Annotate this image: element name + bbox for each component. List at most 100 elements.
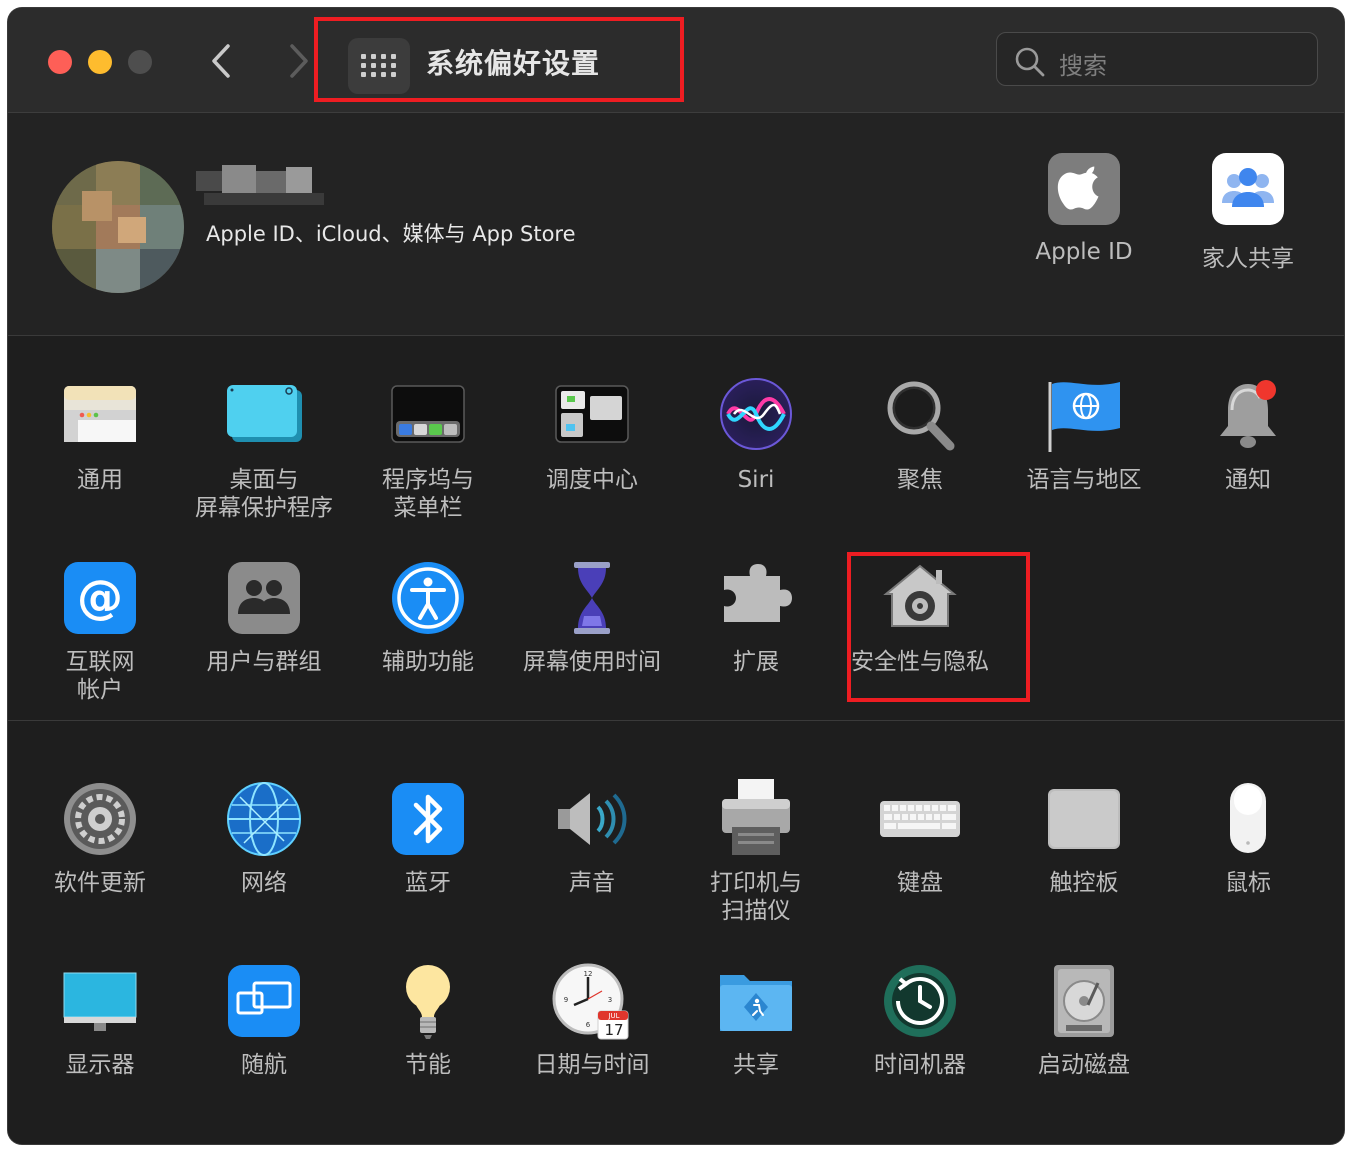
screen-time-icon	[552, 558, 632, 638]
keyboard-label: 键盘	[897, 870, 943, 896]
spotlight-pane[interactable]: 聚焦	[838, 376, 1002, 494]
software-update-pane[interactable]: 软件更新	[18, 779, 182, 897]
screen-time-label: 屏幕使用时间	[523, 649, 661, 675]
bluetooth-pane[interactable]: 蓝牙	[346, 779, 510, 897]
network-label: 网络	[241, 870, 287, 896]
mission-control-pane[interactable]: 调度中心	[510, 376, 674, 494]
accessibility-pane[interactable]: 辅助功能	[346, 558, 510, 676]
system-preferences-window: 系统偏好设置 搜索 Apple ID、iCloud、媒体与 App Store …	[8, 8, 1344, 1144]
printers-scanners-label: 打印机与 扫描仪	[710, 870, 802, 924]
extensions-pane[interactable]: 扩展	[674, 558, 838, 676]
internet-accounts-icon: @	[60, 558, 140, 638]
energy-saver-pane[interactable]: 节能	[346, 961, 510, 1079]
account-subtitle: Apple ID、iCloud、媒体与 App Store	[206, 222, 576, 246]
forward-button[interactable]	[280, 40, 316, 82]
mission-control-icon	[552, 376, 632, 456]
zoom-window-button[interactable]	[128, 50, 152, 74]
displays-label: 显示器	[65, 1052, 135, 1078]
back-button[interactable]	[204, 40, 240, 82]
bluetooth-label: 蓝牙	[405, 870, 451, 896]
close-window-button[interactable]	[48, 50, 72, 74]
notifications-pane[interactable]: 通知	[1166, 376, 1330, 494]
software-update-label: 软件更新	[54, 870, 146, 896]
users-groups-pane[interactable]: 用户与群组	[182, 558, 346, 676]
internet-accounts-label: 互联网 帐户	[65, 649, 135, 703]
user-avatar[interactable]	[52, 161, 184, 293]
mouse-pane[interactable]: 鼠标	[1166, 779, 1330, 897]
desktop-screensaver-icon	[224, 376, 304, 456]
accessibility-icon	[388, 558, 468, 638]
sound-icon	[552, 779, 632, 859]
security-highlight-box	[847, 552, 1030, 702]
family-sharing-pane[interactable]: 家人共享	[1173, 153, 1323, 273]
siri-pane[interactable]: Siri	[674, 376, 838, 494]
search-field[interactable]: 搜索	[996, 32, 1318, 86]
spotlight-label: 聚焦	[897, 467, 943, 493]
apple-logo-icon	[1048, 153, 1120, 225]
time-machine-pane[interactable]: 时间机器	[838, 961, 1002, 1079]
siri-label: Siri	[737, 467, 775, 493]
search-placeholder: 搜索	[1059, 52, 1107, 80]
date-time-pane[interactable]: 12 3 6 9 JUL 17 日期与时间	[510, 961, 674, 1079]
startup-disk-icon	[1044, 961, 1124, 1041]
general-icon	[60, 376, 140, 456]
svg-text:@: @	[77, 570, 123, 624]
language-region-icon	[1044, 376, 1124, 456]
energy-saver-label: 节能	[405, 1052, 451, 1078]
sharing-pane[interactable]: 共享	[674, 961, 838, 1079]
displays-pane[interactable]: 显示器	[18, 961, 182, 1079]
apple-id-label: Apple ID	[1035, 239, 1133, 265]
keyboard-pane[interactable]: 键盘	[838, 779, 1002, 897]
date-time-label: 日期与时间	[534, 1052, 650, 1078]
time-machine-label: 时间机器	[874, 1052, 966, 1078]
mouse-label: 鼠标	[1225, 870, 1271, 896]
sound-pane[interactable]: 声音	[510, 779, 674, 897]
family-sharing-icon	[1212, 153, 1284, 225]
spotlight-icon	[880, 376, 960, 456]
internet-accounts-pane[interactable]: @ 互联网 帐户	[18, 558, 182, 704]
trackpad-icon	[1044, 779, 1124, 859]
svg-text:12: 12	[584, 970, 593, 978]
startup-disk-label: 启动磁盘	[1038, 1052, 1130, 1078]
chevron-right-icon	[290, 44, 308, 78]
calendar-month-text: JUL	[608, 1012, 620, 1020]
screen-time-pane[interactable]: 屏幕使用时间	[510, 558, 674, 676]
search-icon	[1015, 47, 1045, 77]
sound-label: 声音	[569, 870, 615, 896]
printers-scanners-icon	[716, 779, 796, 859]
network-icon	[224, 779, 304, 859]
keyboard-icon	[880, 779, 960, 859]
bluetooth-icon	[388, 779, 468, 859]
trackpad-label: 触控板	[1049, 870, 1119, 896]
family-sharing-label: 家人共享	[1202, 246, 1294, 272]
apple-id-pane[interactable]: Apple ID	[1009, 153, 1159, 265]
time-machine-icon	[880, 961, 960, 1041]
mouse-icon	[1208, 779, 1288, 859]
notifications-label: 通知	[1225, 467, 1271, 493]
svg-text:9: 9	[564, 996, 568, 1004]
minimize-window-button[interactable]	[88, 50, 112, 74]
network-pane[interactable]: 网络	[182, 779, 346, 897]
dock-menubar-label: 程序坞与 菜单栏	[382, 467, 474, 521]
general-pane[interactable]: 通用	[18, 376, 182, 494]
accessibility-label: 辅助功能	[382, 649, 474, 675]
dock-menubar-pane[interactable]: 程序坞与 菜单栏	[346, 376, 510, 522]
desktop-screensaver-pane[interactable]: 桌面与 屏幕保护程序	[182, 376, 346, 522]
energy-saver-icon	[388, 961, 468, 1041]
trackpad-pane[interactable]: 触控板	[1002, 779, 1166, 897]
account-section: Apple ID、iCloud、媒体与 App Store Apple ID 家…	[8, 113, 1344, 336]
language-region-pane[interactable]: 语言与地区	[1002, 376, 1166, 494]
chevron-left-icon	[212, 44, 230, 78]
users-groups-icon	[224, 558, 304, 638]
startup-disk-pane[interactable]: 启动磁盘	[1002, 961, 1166, 1079]
sidecar-pane[interactable]: 随航	[182, 961, 346, 1079]
sidecar-label: 随航	[241, 1052, 287, 1078]
siri-icon	[716, 376, 796, 456]
printers-scanners-pane[interactable]: 打印机与 扫描仪	[674, 779, 838, 925]
displays-icon	[60, 961, 140, 1041]
mission-control-label: 调度中心	[546, 467, 638, 493]
extensions-label: 扩展	[733, 649, 779, 675]
title-highlight-box	[314, 17, 684, 102]
sharing-icon	[716, 961, 796, 1041]
language-region-label: 语言与地区	[1026, 467, 1142, 493]
